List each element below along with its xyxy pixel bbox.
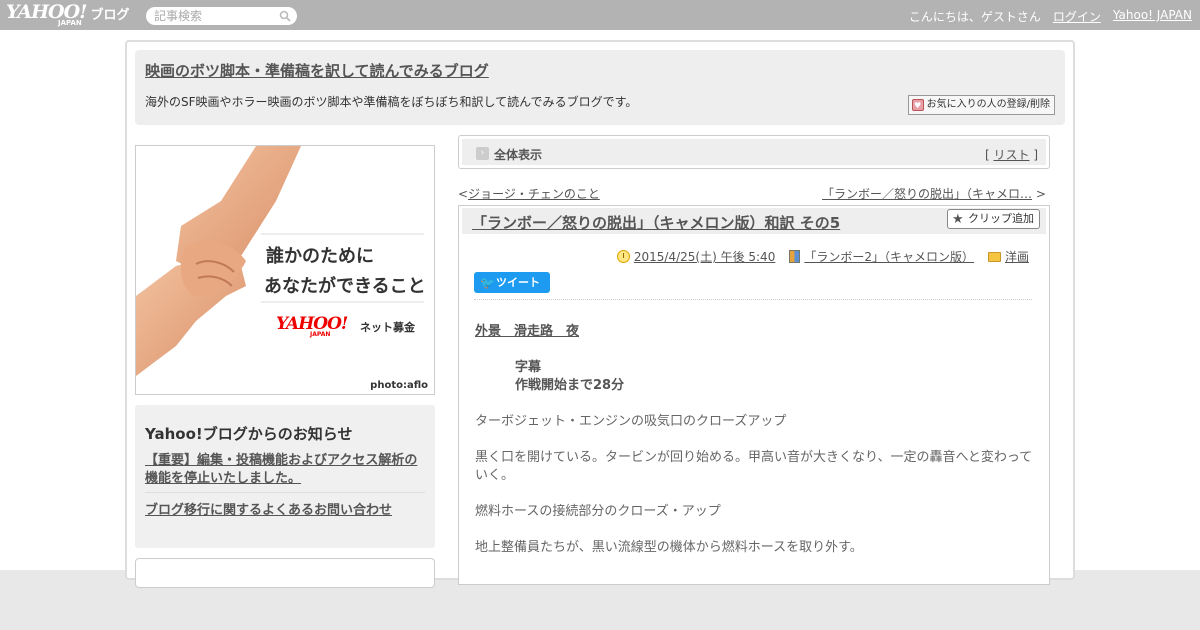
body-paragraph: ターボジェット・エンジンの吸気口のクローズアップ: [475, 414, 787, 429]
article-divider: [474, 299, 1032, 300]
login-link[interactable]: ログイン: [1053, 8, 1101, 25]
meta-date: 2015/4/25(土) 午後 5:40: [616, 248, 775, 265]
body-paragraph: 燃料ホースの接続部分のクローズ・アップ: [475, 504, 721, 519]
notice-item-faq[interactable]: ブログ移行に関するよくあるお問い合わせ: [145, 499, 392, 518]
prev-article-nav: <ジョージ・チェンのこと: [458, 185, 600, 202]
search-icon[interactable]: [279, 10, 291, 22]
star-icon: ★: [952, 212, 964, 227]
list-bracket-open: [: [984, 148, 990, 162]
all-view-bar: › 全体表示 [ リスト ]: [458, 135, 1050, 169]
article-date[interactable]: 2015/4/25(土) 午後 5:40: [634, 248, 775, 265]
folder-icon: [987, 251, 1001, 262]
arrow-right-icon: ›: [476, 147, 489, 160]
book-icon: [789, 250, 801, 263]
caption-text: 作戦開始まで28分: [515, 378, 625, 393]
body-paragraph: 黒く口を開けている。タービンが回り始める。甲高い音が大きくなり、一定の轟音へと変…: [475, 450, 1033, 483]
search-input[interactable]: [154, 8, 274, 24]
top-bar: YAHOO! JAPAN ブログ こんにちは、ゲストさん ログイン Yahoo!…: [0, 0, 1200, 30]
notice-title: Yahoo!ブログからのお知らせ: [145, 425, 353, 443]
caption-label: 字幕: [515, 360, 542, 375]
notice-divider: [145, 492, 425, 493]
list-link[interactable]: リスト: [993, 148, 1029, 162]
blog-title[interactable]: 映画のボツ脚本・準備稿を訳して読んでみるブログ: [145, 60, 489, 81]
donation-banner[interactable]: 誰かのために あなたができること YAHOO! JAPAN ネット募金 phot…: [135, 145, 435, 395]
hands-image: [136, 146, 424, 376]
scene-heading: 外景 滑走路 夜: [475, 324, 580, 339]
next-article-nav: 「ランボー／怒りの脱出」（キャメロ… >: [822, 185, 1046, 202]
next-article-link[interactable]: 「ランボー／怒りの脱出」（キャメロ…: [822, 187, 1032, 201]
clock-icon: [616, 250, 630, 263]
blog-description: 海外のSF映画やホラー映画のボツ脚本や準備稿をぼちぼち和訳して読んでみるブログで…: [145, 95, 638, 109]
article-book-link[interactable]: 「ランボー2」（キャメロン版）: [804, 248, 974, 265]
list-bracket-close: ]: [1033, 148, 1038, 162]
prev-article-link[interactable]: ジョージ・チェンのこと: [468, 187, 600, 201]
favorite-button-label: お気に入りの人の登録/削除: [926, 99, 1050, 110]
prev-arrow: <: [458, 187, 469, 201]
all-view-inner: › 全体表示 [ リスト ]: [462, 139, 1046, 165]
logo-blog: ブログ: [90, 8, 130, 23]
banner-credit: photo:aflo: [370, 380, 428, 391]
notice-item-important[interactable]: 【重要】編集・投稿機能およびアクセス解析の機能を停止いたしました。: [145, 452, 427, 488]
notice-box: Yahoo!ブログからのお知らせ 【重要】編集・投稿機能およびアクセス解析の機能…: [135, 405, 435, 548]
meta-book: 「ランボー2」（キャメロン版）: [789, 248, 974, 265]
article-body: 外景 滑走路 夜 字幕 作戦開始まで28分 ターボジェット・エンジンの吸気口のク…: [475, 323, 1035, 557]
greeting-text: こんにちは、ゲストさん: [908, 10, 1041, 24]
favorite-register-button[interactable]: ♥ お気に入りの人の登録/削除: [907, 95, 1055, 115]
clip-button-label: クリップ追加: [968, 212, 1034, 225]
clip-add-button[interactable]: ★ クリップ追加: [947, 209, 1040, 229]
sidebar-box: [135, 558, 435, 588]
banner-yahoo-logo-sub: JAPAN: [310, 331, 331, 338]
banner-line-2: あなたができること: [264, 276, 426, 297]
article-meta: 2015/4/25(土) 午後 5:40 「ランボー2」（キャメロン版） 洋画: [616, 248, 1029, 265]
yahoo-blog-logo[interactable]: YAHOO! JAPAN ブログ: [6, 2, 130, 27]
search-box: [146, 7, 297, 25]
banner-tag: ネット募金: [360, 321, 415, 334]
heart-icon: ♥: [911, 99, 924, 111]
tweet-button[interactable]: 🐦 ツイート: [474, 272, 550, 293]
meta-category: 洋画: [987, 248, 1029, 265]
tweet-label: ツイート: [496, 276, 540, 289]
body-paragraph: 地上整備員たちが、黒い流線型の機体から燃料ホースを取り外す。: [475, 540, 863, 555]
all-view-label[interactable]: 全体表示: [494, 146, 542, 163]
logo-japan: JAPAN: [58, 19, 82, 27]
article-title[interactable]: 「ランボー／怒りの脱出」（キャメロン版）和訳 その5: [472, 212, 840, 233]
next-arrow: >: [1035, 187, 1046, 201]
article-header: 「ランボー／怒りの脱出」（キャメロン版）和訳 その5 ★ クリップ追加: [462, 208, 1046, 234]
twitter-bird-icon: 🐦: [480, 276, 495, 290]
user-nav: こんにちは、ゲストさん ログイン Yahoo! JAPAN: [909, 8, 1192, 25]
article: 「ランボー／怒りの脱出」（キャメロン版）和訳 その5 ★ クリップ追加 2015…: [458, 205, 1050, 585]
yahoo-japan-link[interactable]: Yahoo! JAPAN: [1113, 8, 1192, 25]
blog-header: 映画のボツ脚本・準備稿を訳して読んでみるブログ 海外のSF映画やホラー映画のボツ…: [135, 50, 1065, 125]
article-category-link[interactable]: 洋画: [1005, 248, 1029, 265]
list-link-wrapper: [ リスト ]: [985, 146, 1038, 163]
banner-line-1: 誰かのために: [266, 246, 374, 267]
